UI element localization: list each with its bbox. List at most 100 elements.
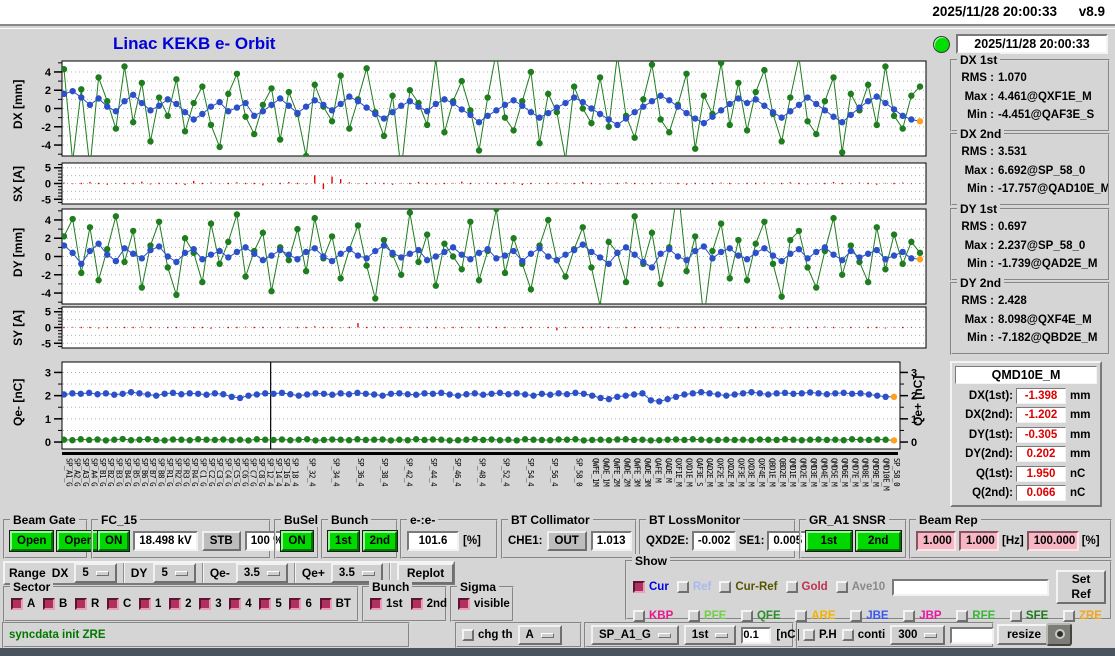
bpm-tick-label: SP_B3_G — [114, 458, 124, 487]
beam-gate-open-button-1[interactable]: Open — [8, 530, 55, 552]
checkbox-icon — [687, 610, 700, 622]
charge-chart[interactable]: 33221100 — [28, 361, 940, 450]
sector-bt-checkbox[interactable]: BT — [319, 598, 351, 610]
stat-row: Min : -7.182@QBD2E_M — [967, 332, 1098, 344]
resize-button[interactable]: resize — [997, 624, 1052, 645]
bpm-tick-label: QWFE_3M — [632, 458, 642, 487]
sx-steering-chart[interactable]: 5 0 -5 — [28, 162, 940, 206]
group-label: e-:e- — [407, 513, 439, 527]
bpm-tick-label: SP_A1_G — [64, 458, 74, 487]
se1-label: SE1: — [738, 535, 765, 547]
range-dx-select[interactable]: 5 — [74, 563, 117, 583]
sx-axis-label: SX [A] — [11, 166, 25, 202]
sector-c-checkbox[interactable]: C — [107, 598, 131, 610]
x-axis-line — [62, 452, 898, 455]
dx-orbit-chart[interactable]: 4 2 0 -2 -4 — [28, 60, 940, 157]
ph-checkbox[interactable]: P.H — [803, 629, 837, 641]
spare-input[interactable] — [950, 626, 995, 644]
sy-steering-chart[interactable]: 5 0 -5 — [28, 306, 940, 350]
sigma-visible-checkbox[interactable]: visible — [458, 598, 510, 610]
bpm-tick-label: SP_B1_G — [97, 458, 107, 487]
reference-file-input[interactable] — [892, 578, 1050, 596]
set-ref-button[interactable]: Set Ref — [1056, 570, 1106, 604]
bpm-tick-label: SP_R3_G — [181, 458, 191, 487]
option-dash-icon — [266, 570, 280, 576]
bunch-1st-checkbox[interactable]: 1st — [370, 598, 403, 610]
show-cur-ref-checkbox[interactable]: Cur-Ref — [719, 581, 778, 593]
che1-out-button[interactable]: OUT — [546, 531, 587, 551]
show-zre-checkbox[interactable]: ZRE — [1062, 610, 1102, 622]
show-cur-checkbox[interactable]: Cur — [633, 581, 669, 593]
checkbox-icon — [370, 598, 382, 610]
show-jbp-checkbox[interactable]: JBP — [903, 610, 942, 622]
bunch-2nd-checkbox[interactable]: 2nd — [410, 598, 448, 610]
group-label: FC_15 — [98, 513, 141, 527]
beam-rep-hz-unit: [Hz] — [1002, 535, 1024, 547]
show-gold-checkbox[interactable]: Gold — [785, 581, 828, 593]
checkbox-label: A — [27, 598, 36, 610]
sector-1-checkbox[interactable]: 1 — [139, 598, 161, 610]
checkbox-label: 1 — [155, 598, 162, 610]
dy-2nd-stats-group: DY 2nd RMS :2.428 Max :8.098@QXF4E_M Min… — [950, 276, 1110, 355]
group-label: DY 1st — [957, 202, 1001, 216]
bpm-tick-label: SP_14_4 — [273, 458, 283, 487]
bpm-tick-label: SP_48_4 — [477, 458, 487, 487]
fc15-on-button[interactable]: ON — [96, 530, 131, 552]
sector-a-checkbox[interactable]: A — [11, 598, 35, 610]
sector-6-checkbox[interactable]: 6 — [289, 598, 312, 610]
show-qfe-checkbox[interactable]: QFE — [740, 610, 781, 622]
bpm-tick-label: QADE_M — [663, 458, 673, 483]
sector-r-checkbox[interactable]: R — [75, 598, 99, 610]
show-kbp-checkbox[interactable]: KBP — [633, 610, 673, 622]
selected-bpm-name[interactable]: QMD10E_M — [955, 366, 1097, 384]
e-ratio-group: e-:e- 101.6 [%] — [400, 513, 498, 559]
fc15-stb-button[interactable]: STB — [201, 531, 241, 551]
bunch-2nd-button[interactable]: 2nd — [361, 530, 399, 552]
bpm-tick-label: QBD2E_M — [777, 458, 787, 487]
option-dash-icon — [95, 570, 109, 576]
title-bar: 2025/11/28 20:00:33 v8.9 — [0, 0, 1115, 26]
checkbox-label: JBP — [919, 610, 942, 622]
dy-orbit-chart[interactable]: 4 2 0 -2 -4 — [28, 208, 940, 305]
checkbox-label: 2nd — [426, 598, 448, 610]
bpm-tick-label: SP_18_4 — [290, 458, 300, 487]
points-select[interactable]: 300 — [890, 625, 946, 645]
snsr-1st-button[interactable]: 1st — [805, 530, 853, 552]
chg-th-checkbox[interactable]: chg th — [462, 629, 513, 641]
bunch-select[interactable]: 1st — [683, 625, 737, 645]
threshold-value-input[interactable] — [741, 626, 772, 644]
bpm-tick-label: SP_R4_G — [190, 458, 200, 487]
checkbox-icon — [719, 581, 732, 593]
sector-4-checkbox[interactable]: 4 — [229, 598, 252, 610]
show-are-checkbox[interactable]: ARE — [795, 610, 836, 622]
sector-5-checkbox[interactable]: 5 — [259, 598, 282, 610]
selected-bpm-values: DX(1st): -1.398 mm DX(2nd): -1.202 mm DY(1st):… — [955, 386, 1097, 503]
checkbox-label: Cur — [649, 581, 669, 593]
sector-3-checkbox[interactable]: 3 — [199, 598, 222, 610]
sector-b-checkbox[interactable]: B — [43, 598, 67, 610]
threshold-mode-select[interactable]: A — [517, 625, 562, 645]
bpm-tick-label: SP_44_4 — [428, 458, 438, 487]
bpm-tick-label: SP_B5_G — [131, 458, 141, 487]
show-pfe-checkbox[interactable]: PFE — [687, 610, 726, 622]
bpm-tick-label: SP_C3_G — [215, 458, 225, 487]
show-ref-checkbox[interactable]: Ref — [676, 581, 711, 593]
camera-snapshot-button[interactable] — [1046, 623, 1072, 646]
show-ave10-checkbox[interactable]: Ave10 — [835, 581, 885, 593]
range-qem-select[interactable]: 3.5 — [235, 563, 288, 583]
range-dy-select[interactable]: 5 — [153, 563, 196, 583]
stat-row: Min : -4.451@QAF3E_S — [967, 109, 1095, 121]
stat-row: Min : -1.739@QAD2E_M — [967, 258, 1098, 270]
bunch-1st-button[interactable]: 1st — [327, 530, 360, 552]
show-sfe-checkbox[interactable]: SFE — [1009, 610, 1048, 622]
bpm-name-axis: SP_A1_G SP_A2_G SP_A3_G SP_A4_G SP_B1_G SP_B2… — [0, 457, 940, 519]
conti-checkbox[interactable]: conti — [841, 629, 885, 641]
show-series-row: Cur Ref Cur-Ref Gold Ave10 Set Ref — [627, 562, 1110, 604]
snsr-2nd-button[interactable]: 2nd — [854, 530, 902, 552]
sector-2-checkbox[interactable]: 2 — [169, 598, 192, 610]
bpm-tick-label: QWDE_3M — [643, 458, 653, 487]
show-jbe-checkbox[interactable]: JBE — [850, 610, 889, 622]
show-rfe-checkbox[interactable]: RFE — [956, 610, 995, 622]
busel-on-button[interactable]: ON — [280, 530, 314, 552]
bpm-select[interactable]: SP_A1_G — [591, 625, 679, 645]
